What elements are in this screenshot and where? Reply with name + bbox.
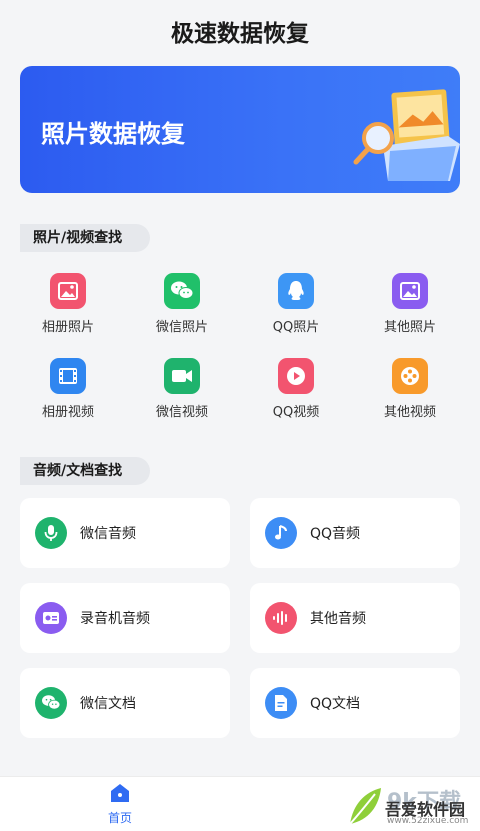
home-icon [111, 784, 129, 802]
film-reel-icon [392, 358, 428, 394]
grid-item-label: 微信视频 [155, 405, 208, 420]
watermark-logo: 9k下载 吾爱软件园 www.52zixue.com [345, 782, 480, 831]
folder-photo-icon [353, 89, 460, 181]
leaf-logo-icon [349, 788, 381, 825]
grid-item-qq-videos[interactable]: QQ视频 [246, 358, 346, 420]
grid-item-other-videos[interactable]: 其他视频 [360, 358, 460, 420]
music-note-icon [265, 517, 297, 549]
card-label: 微信音频 [80, 526, 136, 542]
document-icon [265, 687, 297, 719]
grid-item-album-videos[interactable]: 相册视频 [18, 358, 118, 420]
audio-wave-icon [265, 602, 297, 634]
page-title: 极速数据恢复 [171, 21, 309, 47]
microphone-icon [35, 517, 67, 549]
image-icon [50, 273, 86, 309]
wechat-icon [164, 273, 200, 309]
wechat-icon [35, 687, 67, 719]
photo-recovery-banner[interactable]: 照片数据恢复 [20, 66, 460, 193]
film-icon [50, 358, 86, 394]
grid-item-label: 其他照片 [383, 320, 436, 335]
grid-item-album-photos[interactable]: 相册照片 [18, 273, 118, 335]
grid-item-wechat-photos[interactable]: 微信照片 [132, 273, 232, 335]
watermark-url: www.52zixue.com [387, 816, 469, 826]
section-audio-doc: 音频/文档查找 [20, 457, 151, 485]
grid-item-label: 相册照片 [41, 320, 94, 335]
card-qq-audio[interactable]: QQ音频 [250, 498, 460, 568]
card-recorder-audio[interactable]: 录音机音频 [20, 583, 230, 653]
grid-item-label: QQ视频 [272, 405, 320, 420]
image-icon [392, 273, 428, 309]
card-label: 录音机音频 [80, 611, 150, 627]
card-label: 微信文档 [80, 696, 136, 712]
card-label: 其他音频 [310, 611, 366, 627]
tab-home[interactable]: 首页 [95, 783, 145, 826]
grid-item-label: 其他视频 [383, 405, 436, 420]
card-label: QQ音频 [310, 526, 361, 542]
grid-item-qq-photos[interactable]: QQ照片 [246, 273, 346, 335]
card-wechat-docs[interactable]: 微信文档 [20, 668, 230, 738]
video-camera-icon [164, 358, 200, 394]
play-icon [278, 358, 314, 394]
grid-item-label: 相册视频 [41, 405, 94, 420]
tab-home-label: 首页 [107, 811, 132, 825]
grid-item-label: QQ照片 [272, 320, 320, 335]
banner-label: 照片数据恢复 [41, 120, 185, 148]
card-wechat-audio[interactable]: 微信音频 [20, 498, 230, 568]
card-other-audio[interactable]: 其他音频 [250, 583, 460, 653]
card-qq-docs[interactable]: QQ文档 [250, 668, 460, 738]
qq-icon [278, 273, 314, 309]
grid-item-label: 微信照片 [155, 320, 208, 335]
section-photo-video: 照片/视频查找 [20, 224, 151, 252]
grid-item-wechat-videos[interactable]: 微信视频 [132, 358, 232, 420]
recorder-icon [35, 602, 67, 634]
grid-item-other-photos[interactable]: 其他照片 [360, 273, 460, 335]
card-label: QQ文档 [310, 696, 361, 712]
